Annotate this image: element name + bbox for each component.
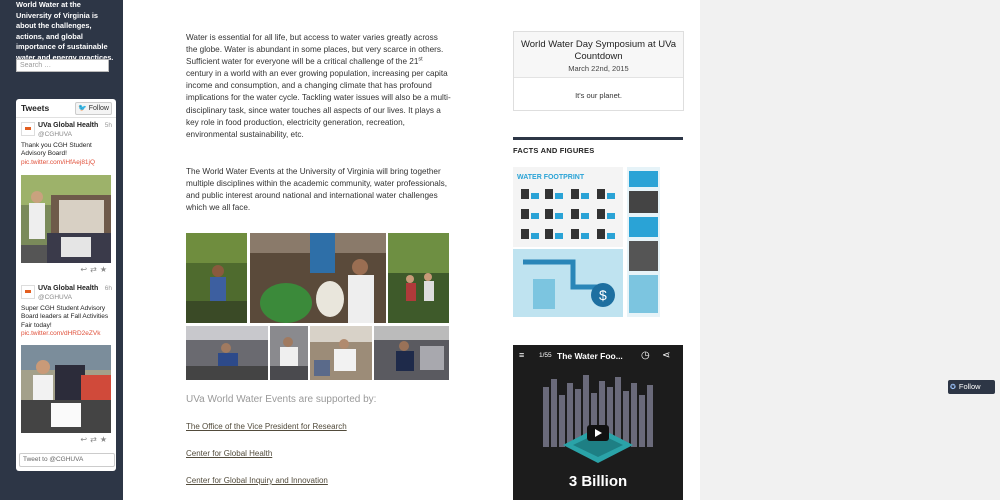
gallery-photo-image [388, 233, 449, 323]
tweet-text: Thank you CGH Student Advisory Board! pic… [21, 142, 113, 167]
video-playlist-count: 1/55 [539, 352, 552, 359]
retweet-icon[interactable]: ⇄ [90, 435, 100, 444]
tweet-photo[interactable] [21, 345, 111, 433]
tweet-item[interactable]: UVa Global Health @CGHUVA 6h Super CGH S… [16, 281, 116, 451]
link-vice-president-research[interactable]: The Office of the Vice President for Res… [186, 422, 347, 431]
tweet-photo-image [21, 345, 111, 433]
main-content: Water is essential for all life, but acc… [123, 0, 700, 500]
gallery-photo-image [310, 326, 372, 380]
gallery-photo[interactable] [270, 326, 308, 380]
tweet-link[interactable]: pic.twitter.com/iHfAej81jQ [21, 159, 95, 166]
reply-icon[interactable]: ↩ [80, 435, 90, 444]
tweet-author-handle[interactable]: @CGHUVA [38, 131, 72, 138]
playlist-icon[interactable]: ≡ [519, 350, 524, 360]
tweet-photo[interactable] [21, 175, 111, 263]
favorite-icon[interactable]: ★ [100, 435, 110, 444]
follow-icon: ✪ [950, 384, 956, 391]
video-title[interactable]: The Water Foo... [557, 351, 623, 361]
tweet-time[interactable]: 6h [105, 285, 112, 292]
video-title-bar: ≡ 1/55 The Water Foo... ◷ ⋖ [513, 345, 683, 367]
follow-button[interactable]: ✪ Follow [948, 380, 995, 394]
widget-divider [513, 137, 683, 140]
link-center-global-health[interactable]: Center for Global Health [186, 449, 272, 458]
gallery-photo-image [374, 326, 449, 380]
gallery-photo[interactable] [186, 326, 268, 380]
tweet-author-name[interactable]: UVa Global Health [38, 122, 98, 129]
countdown-widget: World Water Day Symposium at UVa Countdo… [513, 31, 684, 111]
countdown-title: World Water Day Symposium at UVa Countdo… [520, 39, 677, 62]
link-center-global-inquiry[interactable]: Center for Global Inquiry and Innovation [186, 476, 328, 485]
gallery-photo[interactable] [186, 233, 247, 323]
tweet-author-name[interactable]: UVa Global Health [38, 285, 98, 292]
follow-label: Follow [958, 382, 981, 391]
countdown-header: World Water Day Symposium at UVa Countdo… [514, 32, 683, 78]
tweet-actions: ↩⇄★ [80, 435, 110, 444]
reply-icon[interactable]: ↩ [80, 265, 90, 274]
play-button[interactable] [587, 425, 609, 441]
svg-text:$: $ [599, 287, 607, 303]
photo-gallery [186, 233, 449, 380]
twitter-widget-header: Tweets 🐦 Follow [16, 99, 116, 118]
left-sidebar: World Water at the University of Virgini… [0, 0, 123, 500]
favorite-icon[interactable]: ★ [100, 265, 110, 274]
twitter-bird-icon: 🐦 [78, 105, 87, 112]
twitter-follow-label: Follow [88, 105, 109, 112]
countdown-date: March 22nd, 2015 [568, 64, 629, 73]
video-stat-text: 3 Billion [568, 473, 628, 490]
twitter-follow-button[interactable]: 🐦 Follow [75, 102, 112, 115]
twitter-widget-title: Tweets [21, 103, 50, 113]
tweet-compose-input[interactable]: Tweet to @CGHUVA [19, 453, 115, 467]
gallery-photo-image [270, 326, 308, 380]
twitter-widget: Tweets 🐦 Follow UVa Global Health @CGHUV… [16, 99, 116, 471]
tweet-link[interactable]: pic.twitter.com/dHRD2eZVk [21, 330, 100, 337]
tweet-text: Super CGH Student Advisory Board leaders… [21, 305, 113, 338]
gallery-photo-image [186, 326, 268, 380]
tweet-author-handle[interactable]: @CGHUVA [38, 294, 72, 301]
gallery-photo-image [250, 233, 386, 323]
intro-paragraph: Water is essential for all life, but acc… [186, 32, 451, 141]
tweet-item[interactable]: UVa Global Health @CGHUVA 5h Thank you C… [16, 118, 116, 280]
gallery-photo[interactable] [374, 326, 449, 380]
retweet-icon[interactable]: ⇄ [90, 265, 100, 274]
events-paragraph: The World Water Events at the University… [186, 167, 448, 213]
supported-by-heading: UVa World Water Events are supported by: [186, 394, 377, 405]
infographic-image: WATER FOOTPRINT $ [513, 167, 660, 317]
tweet-text-body: Thank you CGH Student Advisory Board! [21, 142, 92, 158]
tweet-actions: ↩⇄★ [80, 265, 110, 274]
gallery-photo[interactable] [388, 233, 449, 323]
intro-paragraph-text-b: century in a world with an ever growing … [186, 69, 451, 139]
intro-paragraph-sup: st [418, 56, 423, 63]
water-footprint-infographic[interactable]: WATER FOOTPRINT $ [513, 167, 660, 317]
gallery-photo[interactable] [310, 326, 372, 380]
infographic-heading: WATER FOOTPRINT [517, 174, 585, 181]
water-footprint-video[interactable]: ≡ 1/55 The Water Foo... ◷ ⋖ 3 Billion [513, 345, 683, 500]
gallery-photo[interactable] [250, 233, 386, 323]
site-description: World Water at the University of Virgini… [16, 0, 114, 62]
facts-figures-title: FACTS AND FIGURES [513, 146, 595, 155]
countdown-message: It's our planet. [575, 91, 622, 100]
intro-paragraph-text-a: Water is essential for all life, but acc… [186, 33, 444, 67]
tweet-text-body: Super CGH Student Advisory Board leaders… [21, 305, 109, 329]
clock-icon[interactable]: ◷ [641, 350, 650, 361]
avatar[interactable] [21, 285, 35, 299]
gallery-photo-image [186, 233, 247, 323]
search-input[interactable]: Search … [16, 59, 109, 72]
tweet-time[interactable]: 5h [105, 122, 112, 129]
tweet-photo-image [21, 175, 111, 263]
avatar[interactable] [21, 122, 35, 136]
share-icon[interactable]: ⋖ [662, 350, 670, 361]
